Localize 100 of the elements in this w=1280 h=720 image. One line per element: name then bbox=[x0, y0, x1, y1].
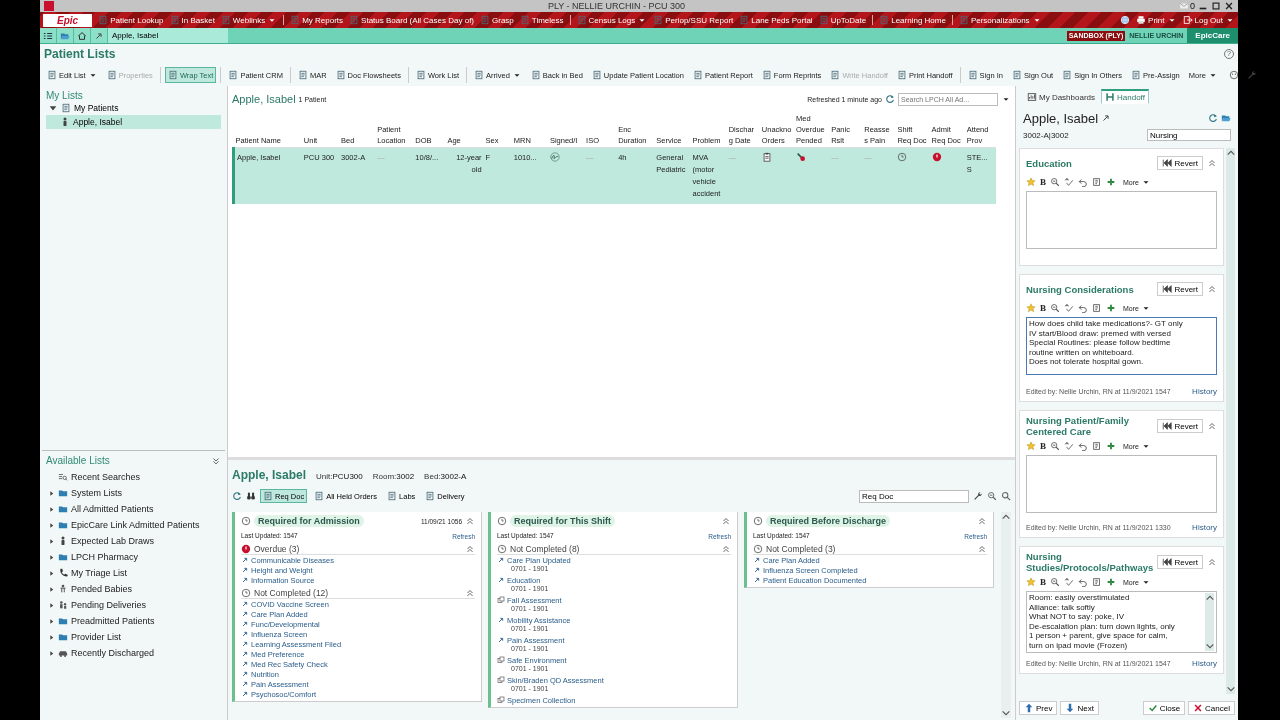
bold-button[interactable]: B bbox=[1040, 177, 1046, 187]
history-link[interactable]: History bbox=[1192, 658, 1217, 668]
plus-icon[interactable] bbox=[1106, 177, 1116, 187]
globe-icon[interactable] bbox=[1120, 15, 1131, 25]
list-item[interactable]: My Triage List bbox=[46, 565, 221, 581]
clipboard-icon[interactable] bbox=[761, 152, 772, 162]
signature-icon[interactable] bbox=[549, 152, 560, 162]
search-field[interactable]: Nursing bbox=[1147, 129, 1231, 141]
footer-button[interactable]: Prev bbox=[1019, 701, 1058, 715]
undo-icon[interactable] bbox=[1078, 177, 1088, 187]
document-icon[interactable] bbox=[1092, 441, 1102, 451]
scroll-down-icon[interactable] bbox=[1001, 708, 1011, 718]
home-button[interactable] bbox=[74, 28, 91, 43]
menu-item[interactable]: My Reports bbox=[290, 15, 344, 25]
menu-item[interactable]: Print bbox=[1136, 15, 1177, 25]
zoom-icon[interactable] bbox=[1050, 577, 1060, 587]
mail-counter[interactable]: 0 bbox=[1179, 1, 1195, 11]
undo-icon[interactable] bbox=[1078, 441, 1088, 451]
arrow-icon[interactable] bbox=[1101, 113, 1112, 123]
list-item[interactable]: EpicCare Link Admitted Patients bbox=[46, 517, 221, 533]
list-item[interactable]: Preadmitted Patients bbox=[46, 613, 221, 629]
document-icon[interactable] bbox=[1092, 303, 1102, 313]
pill-icon[interactable] bbox=[795, 152, 806, 162]
footer-button[interactable]: Next bbox=[1060, 701, 1099, 715]
list-item[interactable]: Recently Discharged bbox=[46, 645, 221, 661]
history-link[interactable]: History bbox=[1192, 386, 1217, 396]
collapse-icon[interactable] bbox=[48, 103, 58, 113]
star-icon[interactable] bbox=[1026, 441, 1036, 451]
star-icon[interactable] bbox=[1026, 177, 1036, 187]
scrollbar[interactable] bbox=[1226, 148, 1235, 694]
zoom-icon[interactable] bbox=[1050, 303, 1060, 313]
scroll-up-icon[interactable] bbox=[1205, 593, 1215, 603]
binoculars-icon[interactable] bbox=[246, 491, 256, 501]
undo-icon[interactable] bbox=[1078, 577, 1088, 587]
footer-button[interactable]: Close bbox=[1142, 701, 1186, 715]
panel-tab[interactable]: My Dashboards bbox=[1023, 90, 1100, 104]
scroll-down-icon[interactable] bbox=[1226, 684, 1236, 694]
revert-button[interactable]: Revert bbox=[1157, 419, 1203, 433]
epic-menu-button[interactable]: Epic bbox=[43, 13, 93, 27]
panel-tab[interactable]: Handoff bbox=[1101, 89, 1149, 104]
refresh-icon[interactable] bbox=[232, 491, 242, 501]
list-item[interactable]: LPCH Pharmacy bbox=[46, 549, 221, 565]
menu-item[interactable]: Lane Peds Portal bbox=[739, 15, 813, 25]
zoom-out-icon[interactable] bbox=[987, 491, 997, 501]
list-item[interactable]: Provider List bbox=[46, 629, 221, 645]
clock-icon[interactable] bbox=[897, 152, 908, 162]
star-icon[interactable] bbox=[1026, 577, 1036, 587]
plus-icon[interactable] bbox=[1106, 577, 1116, 587]
refresh-icon[interactable] bbox=[885, 94, 895, 104]
menu-item[interactable]: UpToDate bbox=[818, 15, 867, 25]
patient-tab[interactable]: Apple, Isabel bbox=[108, 28, 228, 43]
star-icon[interactable] bbox=[1026, 303, 1036, 313]
revert-button[interactable]: Revert bbox=[1157, 282, 1203, 296]
menu-item[interactable]: Status Board (All Cases Day of) bbox=[349, 15, 474, 25]
list-item[interactable]: Expected Lab Draws bbox=[46, 533, 221, 549]
tree-item[interactable]: Apple, Isabel bbox=[46, 115, 221, 129]
spellcheck-icon[interactable] bbox=[1064, 303, 1074, 313]
menu-item[interactable]: Learning Home bbox=[879, 15, 946, 25]
bold-button[interactable]: B bbox=[1040, 303, 1046, 313]
smiley-icon[interactable] bbox=[1228, 70, 1239, 80]
plus-icon[interactable] bbox=[1106, 303, 1116, 313]
maximize-icon[interactable] bbox=[1211, 1, 1221, 11]
undo-icon[interactable] bbox=[1078, 303, 1088, 313]
bold-button[interactable]: B bbox=[1040, 577, 1046, 587]
revert-button[interactable]: Revert bbox=[1157, 555, 1203, 569]
plus-icon[interactable] bbox=[1106, 441, 1116, 451]
spellcheck-icon[interactable] bbox=[1064, 177, 1074, 187]
zoom-icon[interactable] bbox=[1050, 441, 1060, 451]
tree-item[interactable]: My Patients bbox=[46, 101, 221, 115]
menu-item[interactable]: Census Logs bbox=[576, 15, 648, 25]
footer-button[interactable]: Cancel bbox=[1188, 701, 1235, 715]
text-area[interactable]: Room: easily overstimulated Alliance: talk softly What NOT to say: poke, IV De-escalation plan: turn down lights, only 1 person + parent, give space for calm, turn on ipad movie (Frozen) bbox=[1026, 591, 1217, 653]
zoom-icon[interactable] bbox=[1050, 177, 1060, 187]
list-item[interactable]: Pending Deliveries bbox=[46, 597, 221, 613]
document-icon[interactable] bbox=[1092, 577, 1102, 587]
collapse-icon[interactable] bbox=[211, 455, 221, 466]
scroll-up-icon[interactable] bbox=[1001, 512, 1011, 522]
menu-item[interactable]: Patient Lookup bbox=[98, 15, 164, 25]
alert-icon[interactable] bbox=[931, 152, 942, 162]
menu-item[interactable]: In Basket bbox=[169, 15, 215, 25]
search-field[interactable]: Req Doc bbox=[859, 489, 969, 503]
scrollbar[interactable] bbox=[1205, 593, 1214, 651]
menu-item[interactable]: Periop/SSU Report bbox=[653, 15, 734, 25]
folder-icon[interactable] bbox=[1221, 113, 1231, 123]
zoom-in-icon[interactable] bbox=[1001, 491, 1011, 501]
refresh-icon[interactable] bbox=[1208, 113, 1218, 123]
history-link[interactable]: History bbox=[1192, 522, 1217, 532]
list-item[interactable]: All Admitted Patients bbox=[46, 501, 221, 517]
menu-item[interactable]: Weblinks bbox=[220, 15, 278, 25]
scroll-up-icon[interactable] bbox=[1226, 148, 1236, 158]
spellcheck-icon[interactable] bbox=[1064, 441, 1074, 451]
list-view-button[interactable] bbox=[40, 28, 57, 43]
menu-item[interactable]: Timeless bbox=[519, 15, 564, 25]
revert-button[interactable]: Revert bbox=[1157, 156, 1203, 170]
bold-button[interactable]: B bbox=[1040, 441, 1046, 451]
document-icon[interactable] bbox=[1092, 177, 1102, 187]
list-item[interactable]: Pended Babies bbox=[46, 581, 221, 597]
spellcheck-icon[interactable] bbox=[1064, 577, 1074, 587]
text-area[interactable]: How does child take medications?- GT only IV start/Blood draw: premed with versed Special Routines: please follow bedtime routine written on whiteboard. Does not tolerate hospital gown. bbox=[1026, 317, 1217, 375]
menu-item[interactable]: Grasp bbox=[480, 15, 514, 25]
